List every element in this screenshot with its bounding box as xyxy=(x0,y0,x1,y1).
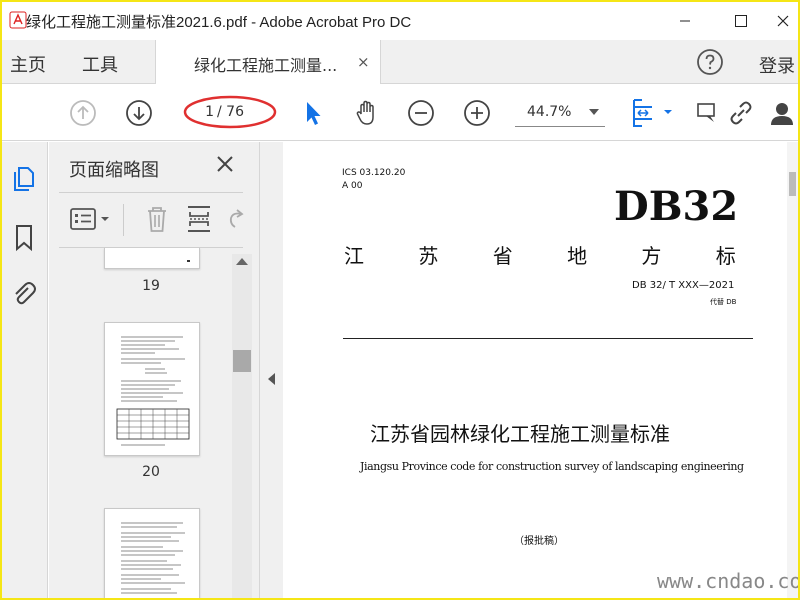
help-icon[interactable] xyxy=(696,48,724,76)
title-bar: 绿化工程施工测量标准2021.6.pdf - Adobe Acrobat Pro… xyxy=(2,2,798,40)
page-thumbnail[interactable] xyxy=(104,508,200,598)
divider xyxy=(59,192,243,193)
link-icon[interactable] xyxy=(726,98,756,128)
page-thumbnail[interactable] xyxy=(104,248,200,269)
thumbnail-scrollbar[interactable] xyxy=(232,254,252,598)
hand-tool-icon[interactable] xyxy=(352,98,382,128)
doc-draft-label: （报批稿） xyxy=(514,536,564,547)
thumbnail-panel: 页面缩略图 19 20 xyxy=(49,142,259,598)
menu-tools[interactable]: 工具 xyxy=(82,51,118,77)
bookmark-icon[interactable] xyxy=(10,222,38,252)
close-window-button[interactable] xyxy=(760,2,798,40)
doc-a00: A 00 xyxy=(342,181,363,191)
close-icon[interactable] xyxy=(215,154,235,174)
doc-rule xyxy=(343,338,753,339)
chevron-left-icon[interactable] xyxy=(268,373,275,385)
menu-home[interactable]: 主页 xyxy=(10,51,46,77)
page-thumbnails-icon[interactable] xyxy=(10,164,38,194)
page-thumbnail[interactable] xyxy=(104,322,200,456)
doc-title-cn: 江苏省园林绿化工程施工测量标准 xyxy=(370,422,670,446)
options-menu-icon[interactable] xyxy=(69,206,115,234)
zoom-in-icon[interactable] xyxy=(462,98,492,128)
tab-document[interactable]: 绿化工程施工测量... × xyxy=(155,40,381,84)
doc-ics: ICS 03.120.20 xyxy=(342,168,406,178)
minimize-button[interactable] xyxy=(662,2,708,40)
divider xyxy=(123,204,124,236)
scrollbar-thumb[interactable] xyxy=(789,172,796,196)
rotate-icon[interactable] xyxy=(223,204,247,234)
select-cursor-icon[interactable] xyxy=(298,98,328,128)
zoom-out-icon[interactable] xyxy=(406,98,436,128)
trash-icon[interactable] xyxy=(143,204,171,234)
zoom-select[interactable]: 44.7% xyxy=(515,99,605,127)
comment-icon[interactable] xyxy=(692,98,716,128)
panel-title: 页面缩略图 xyxy=(69,160,159,181)
zoom-value: 44.7% xyxy=(527,104,572,120)
scrollbar-thumb[interactable] xyxy=(233,350,251,372)
maximize-icon xyxy=(735,15,747,27)
thumbnail-label: 20 xyxy=(142,464,160,480)
chevron-up-icon[interactable] xyxy=(236,258,248,265)
doc-number: DB 32/ T XXX—2021 xyxy=(632,280,735,291)
tab-document-label: 绿化工程施工测量... xyxy=(194,56,338,75)
tab-bar: 主页 工具 绿化工程施工测量... × 登录 xyxy=(2,40,798,84)
acrobat-icon xyxy=(9,11,27,29)
maximize-button[interactable] xyxy=(718,2,764,40)
chevron-down-icon xyxy=(589,109,599,115)
minimize-icon xyxy=(680,20,690,22)
thumbnail-label: 19 xyxy=(142,278,160,294)
page-up-icon[interactable] xyxy=(68,98,98,128)
tab-close-icon[interactable]: × xyxy=(357,53,370,71)
fit-page-icon[interactable] xyxy=(630,98,674,128)
watermark: www.cndao.com xyxy=(657,569,798,593)
doc-province-standard: 江 苏 省 地 方 标 准 xyxy=(344,244,798,268)
doc-replaces: 代替 DB xyxy=(710,298,737,306)
doc-code: DB32 xyxy=(614,183,739,230)
page-preview xyxy=(121,522,185,594)
annotation-circle xyxy=(183,95,277,129)
panel-collapse-strip[interactable] xyxy=(259,142,283,598)
document-scrollbar[interactable] xyxy=(787,142,798,598)
toolbar: / 76 44.7% xyxy=(2,85,798,141)
panel-toolbar xyxy=(59,194,244,246)
doc-title-en: Jiangsu Province code for construction s… xyxy=(360,460,744,473)
app-window: 绿化工程施工测量标准2021.6.pdf - Adobe Acrobat Pro… xyxy=(2,2,798,598)
share-user-icon[interactable] xyxy=(766,98,798,128)
close-icon xyxy=(777,15,789,27)
nav-rail xyxy=(2,142,48,598)
window-title: 绿化工程施工测量标准2021.6.pdf - Adobe Acrobat Pro… xyxy=(26,14,412,31)
page-preview xyxy=(116,336,190,446)
sign-in-link[interactable]: 登录 xyxy=(759,52,795,78)
attachment-icon[interactable] xyxy=(10,278,38,308)
page-down-icon[interactable] xyxy=(124,98,154,128)
insert-page-icon[interactable] xyxy=(185,204,213,234)
